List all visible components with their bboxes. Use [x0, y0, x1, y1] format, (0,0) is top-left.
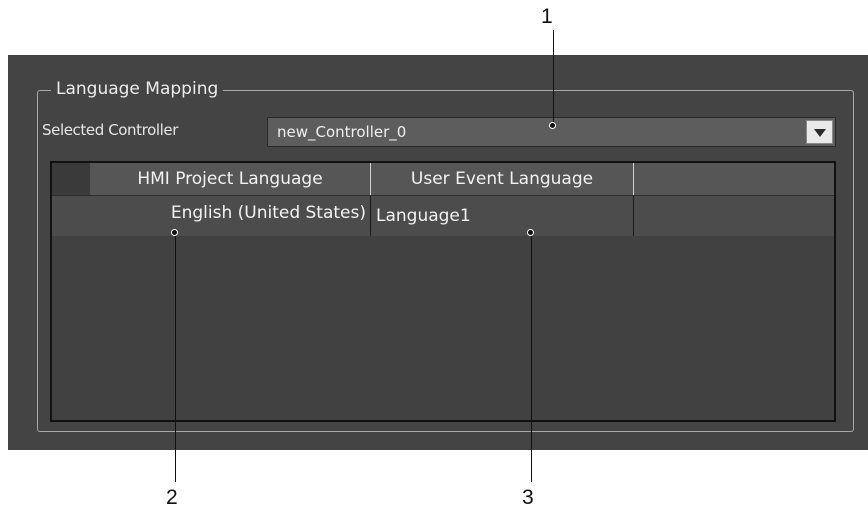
controller-dropdown-value: new_Controller_0: [277, 123, 407, 141]
dropdown-arrow-button[interactable]: [806, 120, 833, 144]
selected-controller-label: Selected Controller: [42, 121, 178, 139]
callout-leader-3: [531, 232, 532, 482]
callout-number-1: 1: [541, 5, 553, 28]
column-header-hmi-project-language[interactable]: HMI Project Language: [90, 163, 370, 195]
cell-user-event-language[interactable]: Language1: [376, 196, 628, 236]
callout-number-3: 3: [522, 486, 534, 509]
callout-number-2: 2: [166, 486, 178, 509]
cell-hmi-project-language: English (United States): [170, 203, 366, 223]
column-header-user-event-language[interactable]: User Event Language: [371, 163, 633, 195]
callout-dot-2: [171, 229, 178, 236]
table-header: HMI Project Language User Event Language: [52, 163, 834, 196]
triangle-down-icon: [814, 129, 826, 137]
table-row[interactable]: English (United States) Language1: [52, 196, 834, 236]
header-corner: [52, 163, 90, 195]
group-title: Language Mapping: [51, 78, 224, 100]
cell-divider: [370, 196, 371, 236]
callout-dot-3: [527, 229, 534, 236]
callout-dot-1: [549, 122, 556, 129]
callout-leader-2: [175, 232, 176, 482]
column-divider[interactable]: [633, 163, 634, 195]
language-mapping-table[interactable]: HMI Project Language User Event Language…: [50, 161, 836, 422]
cell-divider: [633, 196, 634, 236]
callout-leader-1: [553, 30, 554, 125]
